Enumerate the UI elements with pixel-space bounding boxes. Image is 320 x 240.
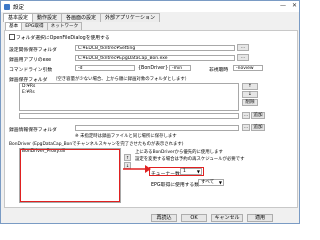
title-bar: 設定 — ✕ (1, 1, 299, 12)
reload-button[interactable]: 再読込 (151, 214, 177, 222)
recording-app-browse-button[interactable]: ... (237, 54, 249, 61)
rec-folder-delete-button[interactable]: 削除 (242, 99, 258, 106)
folder-dialog-label: フォルダ選択にOpenFileDialogを使用する (16, 36, 110, 41)
rec-folder-label: 録画保存フォルダ (9, 78, 48, 83)
cmdline-label: コマンドライン引数 (9, 68, 53, 73)
viewoff-label: 非視聴時 (209, 68, 229, 73)
rec-folder-down-button[interactable]: ↓ (242, 91, 258, 98)
tab-basic-settings[interactable]: 基本設定 (3, 13, 34, 22)
chevron-down-icon: ▼ (218, 180, 222, 185)
settings-panel: フォルダ選択にOpenFileDialogを使用する 設定関係保存フォルダ C:… (4, 30, 298, 208)
settings-folder-label: 設定関係保存フォルダ (9, 48, 57, 53)
subtab-basic[interactable]: 基本 (5, 22, 23, 30)
recording-app-label: 録画用アプリのexe (9, 58, 52, 63)
rec-info-folder-add-button[interactable]: 追加 (251, 124, 265, 131)
sub-tabs: 基本 EPG取得 ネットワーク (5, 22, 83, 30)
epg-count-select[interactable]: すべて ▼ (198, 179, 224, 186)
viewoff-input[interactable]: -noview (233, 65, 263, 71)
settings-folder-input[interactable]: C:¥EDCB_tkntrec¥Setting (75, 45, 235, 51)
main-tabs: 基本設定 動作設定 各画面の設定 外部アプリケーション (3, 13, 160, 22)
rec-folder-new-input[interactable] (19, 113, 239, 119)
rec-info-folder-label: 録画情報保存フォルダ (9, 128, 57, 133)
recording-app-input[interactable]: C:¥EDCB_tkntrec¥EpgDataCap_Bon.exe (75, 55, 235, 61)
folder-dialog-checkbox[interactable] (9, 34, 15, 40)
ok-button[interactable]: OK (181, 214, 207, 222)
cmdline-input[interactable]: -d (75, 65, 135, 71)
minimize-button[interactable]: — (280, 2, 286, 9)
bondriver-up-button[interactable]: ↑ (124, 154, 131, 161)
epg-count-value: すべて (201, 180, 215, 185)
cancel-button[interactable]: キャンセル (211, 214, 243, 222)
rec-folder-item[interactable]: E:¥Rs (20, 90, 238, 96)
rec-info-folder-browse-button[interactable]: ... (242, 124, 250, 131)
min-option-input[interactable]: -min (169, 65, 191, 71)
highlight-tuner-count (149, 167, 204, 176)
epg-count-label: EPG取得に使用する数 (151, 183, 200, 188)
tab-external-apps[interactable]: 外部アプリケーション (100, 13, 160, 22)
rec-folder-add-button[interactable]: 追加 (251, 112, 265, 119)
close-button[interactable]: ✕ (292, 2, 297, 9)
tab-screen-settings[interactable]: 各画面の設定 (61, 13, 102, 22)
bondriver-option2: 設定を変更する場合は予約の再スケジュールが必要です (135, 157, 245, 162)
settings-folder-browse-button[interactable]: ... (237, 44, 249, 51)
rec-info-folder-input[interactable] (75, 125, 239, 131)
rec-folder-list[interactable]: D:¥Rs E:¥Rs (19, 83, 239, 111)
rec-folder-browse-button[interactable]: ... (242, 112, 250, 119)
rec-folder-up-button[interactable]: ↑ (242, 83, 258, 90)
rec-folder-note: （空き容量が少ない場合、上から順に録画対象のフォルダとします） (53, 77, 190, 82)
subtab-epg[interactable]: EPG取得 (21, 22, 48, 30)
apply-button[interactable]: 適用 (247, 214, 273, 222)
app-icon (4, 3, 10, 10)
red-arrow-icon (123, 165, 151, 173)
settings-window: 設定 — ✕ 基本設定 動作設定 各画面の設定 外部アプリケーション 基本 EP… (0, 0, 300, 224)
bondriver-section-label: BonDriver (EpgDataCap_Bonでチャンネルスキャンを完了させ… (9, 142, 184, 147)
tab-behavior-settings[interactable]: 動作設定 (32, 13, 63, 22)
highlight-bondriver-list (20, 149, 120, 202)
bondriver-placeholder: {BonDriver} (138, 66, 169, 71)
subtab-network[interactable]: ネットワーク (46, 22, 83, 30)
window-title: 設定 (13, 4, 25, 11)
bondriver-option1: 上にあるBonDriverから優先的に使用します (135, 150, 223, 155)
rec-info-folder-note: ※ 未指定時は録画ファイルと同じ場所に保存します (75, 134, 177, 139)
